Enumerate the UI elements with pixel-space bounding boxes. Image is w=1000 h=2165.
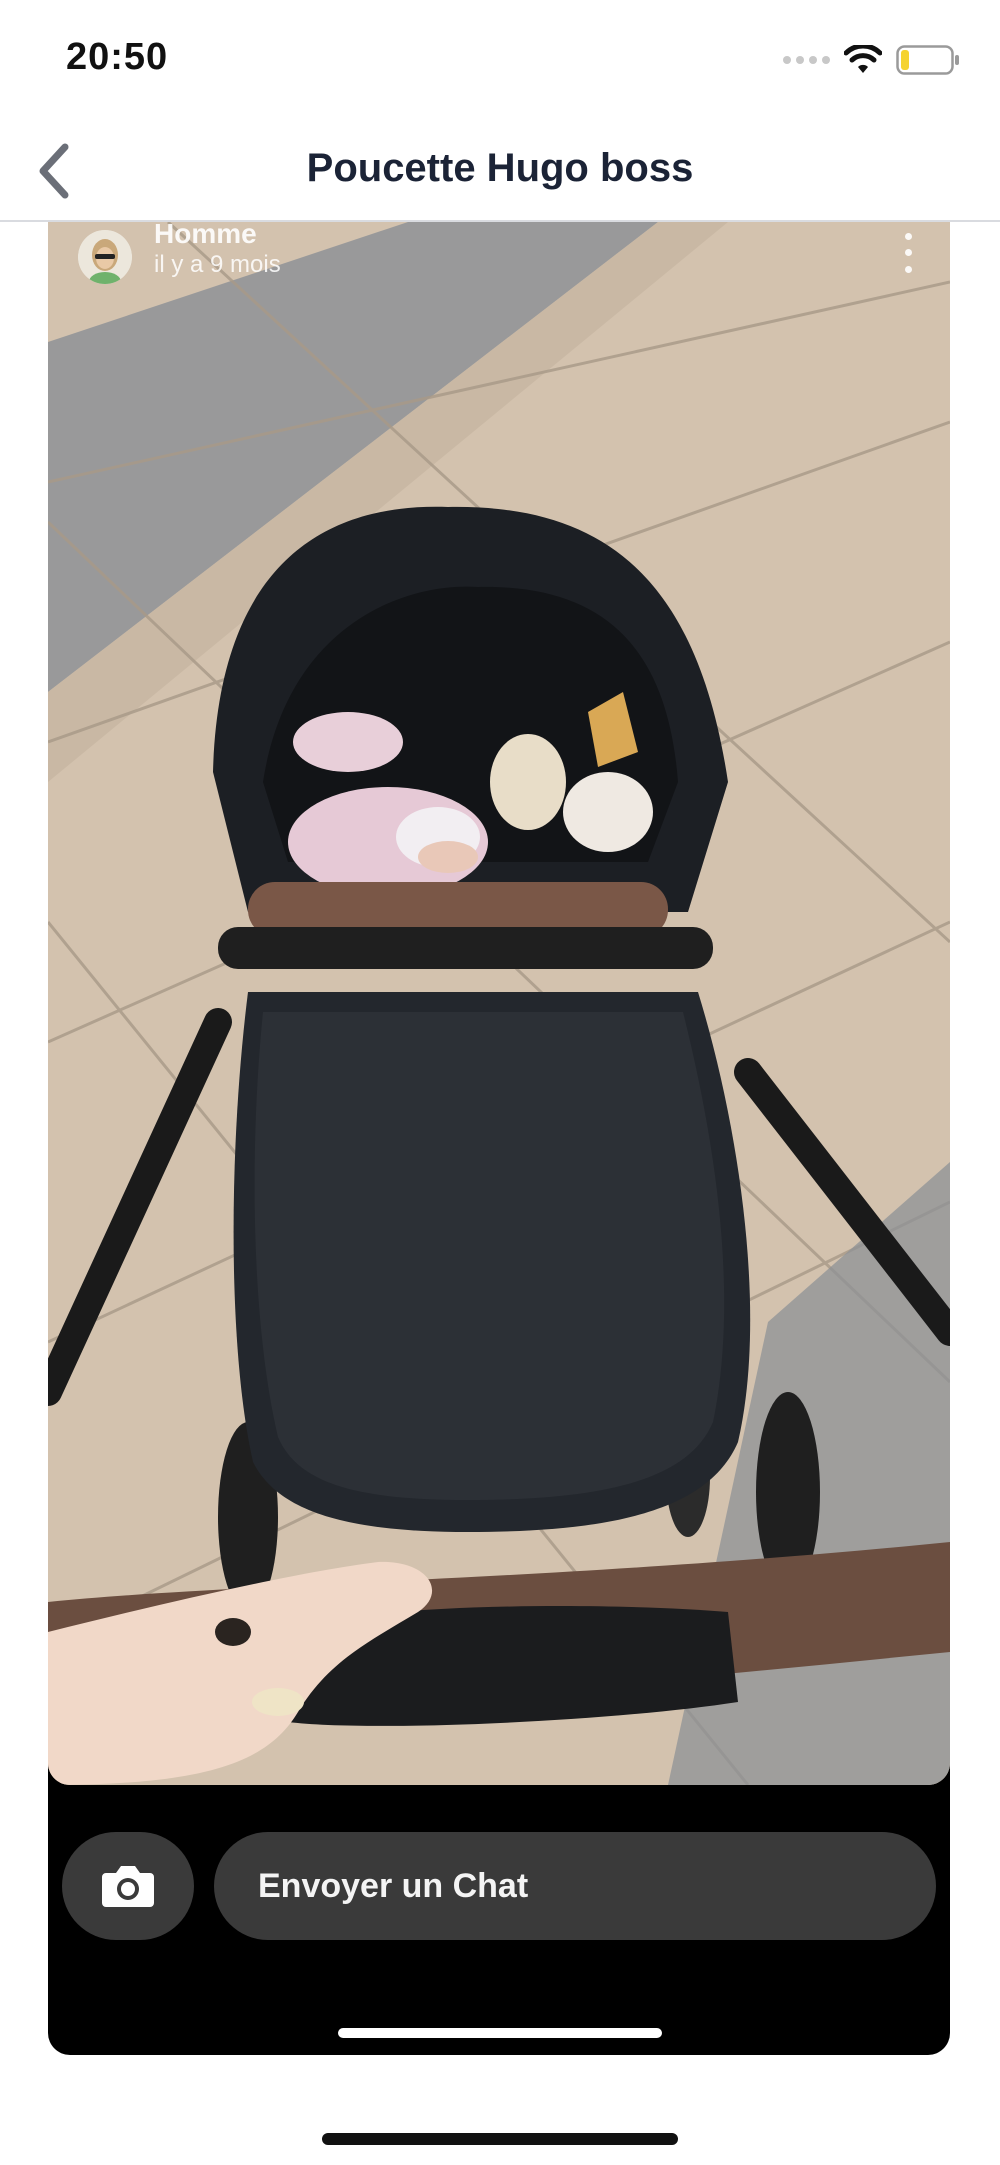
story-card: Homme il y a 9 mois Envoyer un Chat bbox=[48, 222, 950, 2055]
story-header: Homme il y a 9 mois bbox=[78, 222, 281, 292]
status-bar: 20:50 bbox=[0, 0, 1000, 120]
page-title: Poucette Hugo boss bbox=[306, 146, 694, 190]
more-vertical-icon bbox=[904, 232, 912, 240]
story-username[interactable]: Homme bbox=[154, 222, 281, 249]
avatar[interactable] bbox=[78, 230, 132, 284]
camera-button[interactable] bbox=[62, 1832, 194, 1940]
bitmoji-avatar-icon bbox=[78, 230, 132, 284]
nav-bar: Poucette Hugo boss bbox=[0, 120, 1000, 222]
status-icons bbox=[783, 42, 960, 78]
wifi-icon bbox=[844, 45, 882, 73]
card-home-indicator bbox=[338, 2028, 662, 2038]
signal-dots-icon bbox=[783, 56, 830, 64]
home-indicator[interactable] bbox=[322, 2133, 678, 2145]
chat-input[interactable]: Envoyer un Chat bbox=[214, 1832, 936, 1940]
more-options-button[interactable] bbox=[896, 228, 920, 278]
story-photo[interactable]: Homme il y a 9 mois bbox=[48, 222, 950, 1785]
battery-low-icon bbox=[896, 45, 959, 75]
status-time: 20:50 bbox=[66, 36, 169, 78]
chat-bar: Envoyer un Chat bbox=[48, 1832, 950, 1940]
camera-icon bbox=[102, 1866, 154, 1907]
story-user-info: Homme il y a 9 mois bbox=[154, 222, 281, 281]
story-timestamp: il y a 9 mois bbox=[154, 251, 281, 278]
stroller-photo bbox=[48, 222, 950, 1785]
